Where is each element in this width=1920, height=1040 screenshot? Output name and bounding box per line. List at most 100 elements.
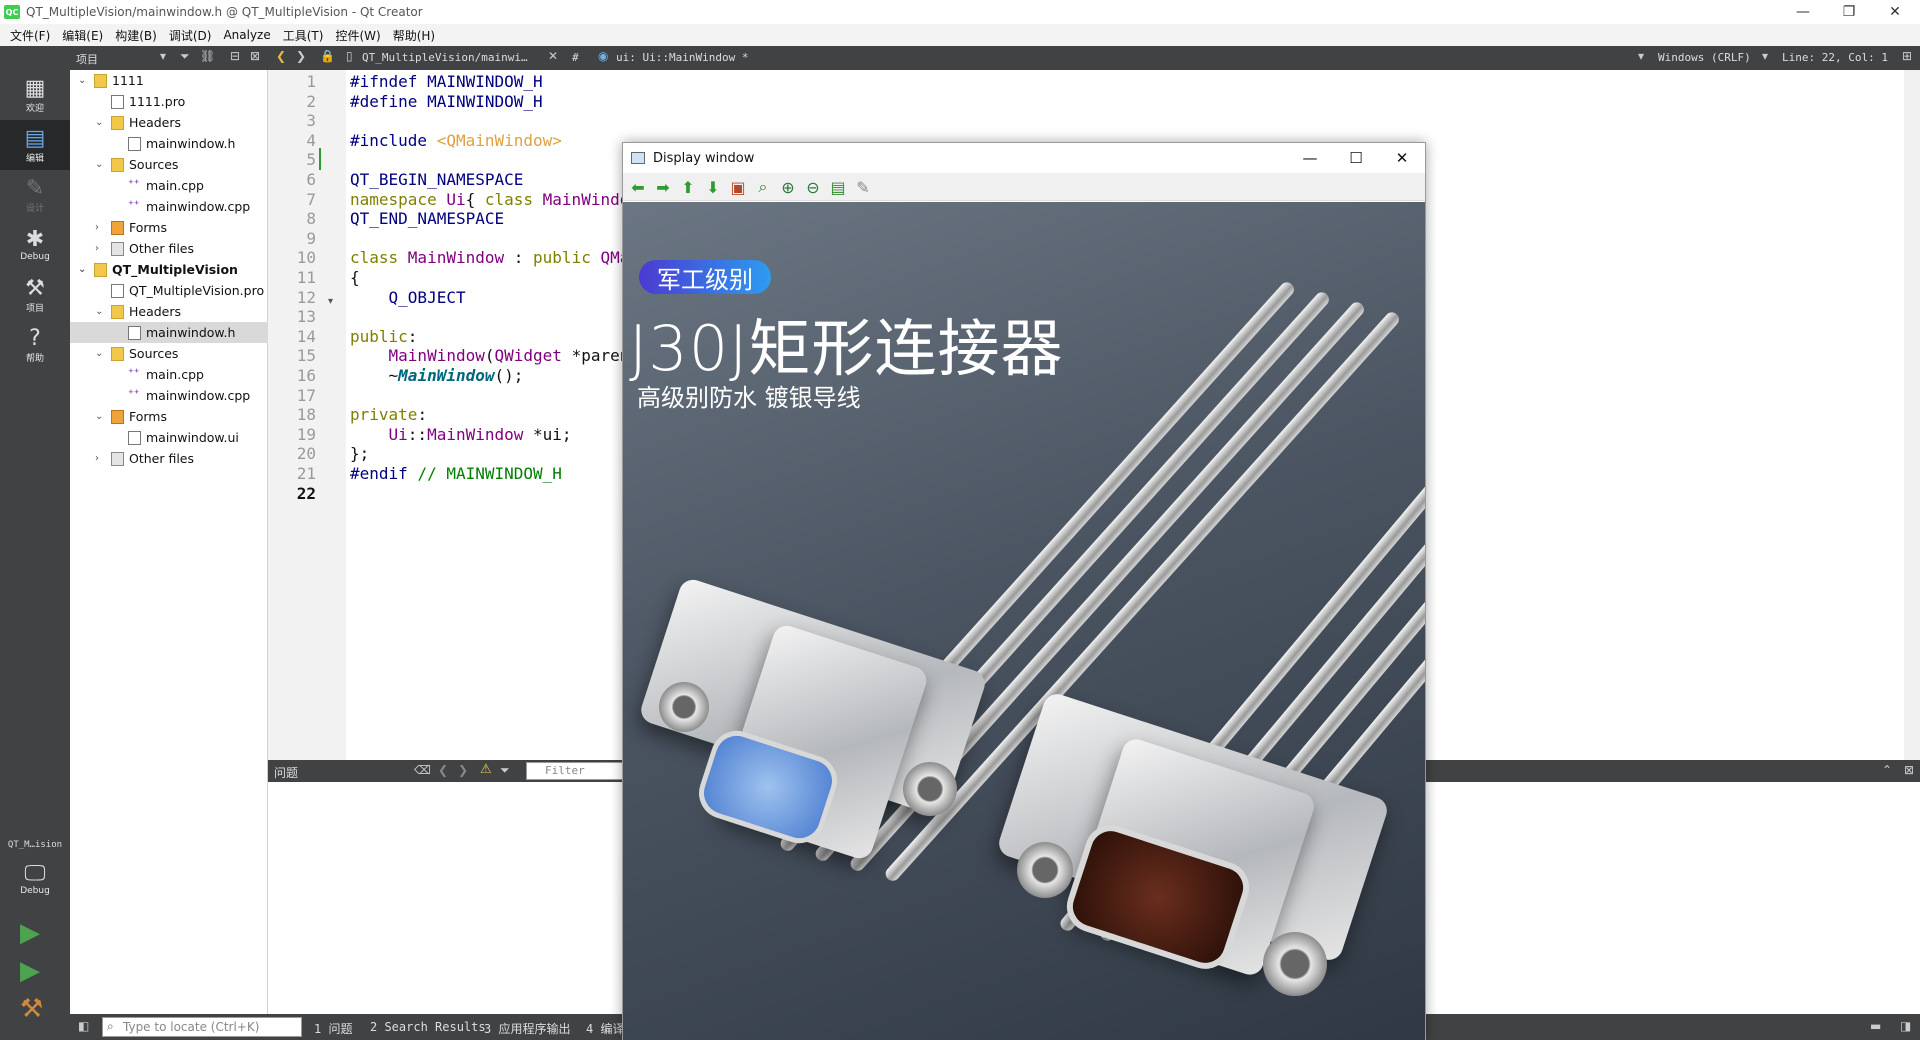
chevron-right-icon[interactable]: › (95, 453, 99, 464)
tree-item[interactable]: mainwindow.ui (70, 427, 268, 448)
chevron-right-icon[interactable]: › (95, 222, 99, 233)
chevron-down-icon[interactable]: ⌄ (95, 348, 103, 359)
link-icon[interactable]: ⛓ (200, 49, 215, 63)
warning-icon[interactable]: ⚠ (480, 762, 492, 777)
tree-item[interactable]: 1111.pro (70, 91, 268, 112)
progress-toggle-icon[interactable]: ▬ (1870, 1019, 1881, 1033)
code-line[interactable]: #ifndef MAINWINDOW_H (350, 72, 543, 91)
display-close-button[interactable]: ✕ (1379, 143, 1425, 173)
mode-design[interactable]: ✎ 设计 (0, 170, 70, 220)
menu-analyze[interactable]: Analyze (217, 28, 276, 42)
build-hammer-icon[interactable]: ⚒ (20, 994, 43, 1024)
tree-item[interactable]: mainwindow.h (70, 133, 268, 154)
tree-item[interactable]: ⌄ Sources (70, 154, 268, 175)
tree-item[interactable]: mainwindow.h (70, 322, 268, 343)
close-pane-icon[interactable]: ⊠ (250, 49, 260, 63)
mode-projects[interactable]: ⚒ 项目 (0, 270, 70, 320)
issues-filter-input[interactable]: Filter (526, 762, 626, 780)
mode-edit[interactable]: ▤ 编辑 (0, 120, 70, 170)
code-line[interactable]: Q_OBJECT (350, 288, 466, 307)
chevron-down-icon[interactable]: ⌄ (95, 117, 103, 128)
up-arrow-icon[interactable]: ⬆ (677, 177, 699, 197)
tree-item[interactable]: QT_MultipleVision.pro (70, 280, 268, 301)
output-tab-issues[interactable]: 1 问题 (314, 1020, 352, 1037)
tree-item[interactable]: ⌄ 1111 (70, 70, 268, 91)
zoom-out-icon[interactable]: ⊖ (802, 177, 824, 197)
filter-icon[interactable]: ⏷ (500, 763, 510, 778)
fold-marker-icon[interactable]: ▾ (328, 296, 333, 307)
code-line[interactable]: public: (350, 327, 417, 346)
chevron-right-icon[interactable]: › (95, 243, 99, 254)
image-icon[interactable]: ▣ (727, 177, 749, 197)
down-arrow-icon[interactable]: ⬇ (702, 177, 724, 197)
code-line[interactable]: ~MainWindow(); (350, 366, 524, 385)
mode-help[interactable]: ? 帮助 (0, 320, 70, 370)
zoom-in-icon[interactable]: ⊕ (777, 177, 799, 197)
menu-edit[interactable]: 编辑(E) (56, 27, 109, 44)
filter-icon[interactable]: ⏷ (180, 49, 190, 64)
mode-debug[interactable]: ✱ Debug (0, 220, 70, 270)
menu-file[interactable]: 文件(F) (4, 27, 56, 44)
close-pane-icon[interactable]: ⊠ (1904, 763, 1914, 777)
close-document-icon[interactable]: ✕ (548, 49, 558, 63)
tree-item[interactable]: ⌄ Headers (70, 301, 268, 322)
tree-item[interactable]: › Other files (70, 448, 268, 469)
save-icon[interactable]: ▤ (827, 177, 849, 197)
tree-item[interactable]: ⌄ Sources (70, 343, 268, 364)
output-tab-search-results[interactable]: 2 Search Results (370, 1020, 486, 1034)
previous-icon[interactable]: ❮ (438, 763, 448, 777)
symbol-selector[interactable]: ui: Ui::MainWindow * (616, 51, 748, 64)
run-icon[interactable]: ▶ (20, 918, 40, 948)
back-arrow-icon[interactable]: ⬅ (627, 177, 649, 197)
editor-scrollbar[interactable] (1904, 70, 1920, 760)
code-line[interactable]: QT_BEGIN_NAMESPACE (350, 170, 523, 189)
code-line[interactable]: #endif // MAINWINDOW_H (350, 464, 562, 483)
menu-help[interactable]: 帮助(H) (387, 27, 441, 44)
tree-item[interactable]: ⌄ QT_MultipleVision (70, 259, 268, 280)
code-line[interactable]: private: (350, 405, 427, 424)
tree-item[interactable]: › Forms (70, 217, 268, 238)
split-editor-icon[interactable]: ⊞ (1902, 49, 1912, 63)
minimize-button[interactable]: — (1780, 0, 1826, 24)
display-maximize-button[interactable]: ☐ (1333, 143, 1379, 173)
toggle-sidebar-icon[interactable]: ◧ (78, 1019, 89, 1033)
tree-item[interactable]: › Other files (70, 238, 268, 259)
menu-debug[interactable]: 调试(D) (163, 27, 218, 44)
tree-item[interactable]: ⌄ Headers (70, 112, 268, 133)
menu-tools[interactable]: 工具(T) (277, 27, 330, 44)
next-icon[interactable]: ❯ (458, 763, 468, 777)
code-line[interactable]: QT_END_NAMESPACE (350, 209, 504, 228)
code-line[interactable]: #include <QMainWindow> (350, 131, 562, 150)
tree-item[interactable]: ⁺⁺ mainwindow.cpp (70, 196, 268, 217)
output-tab-application-output[interactable]: 3 应用程序输出 (484, 1020, 570, 1037)
line-endings-selector[interactable]: Windows (CRLF) (1658, 51, 1751, 64)
mode-welcome[interactable]: ▦ 欢迎 (0, 70, 70, 120)
chevron-down-icon[interactable]: ▾ (1762, 49, 1768, 63)
menu-controls[interactable]: 控件(W) (329, 27, 386, 44)
chevron-down-icon[interactable]: ⌄ (78, 75, 86, 86)
pane-selector[interactable]: 项目 (76, 51, 98, 67)
display-minimize-button[interactable]: — (1287, 143, 1333, 173)
cursor-position[interactable]: Line: 22, Col: 1 (1782, 51, 1888, 64)
toggle-output-icon[interactable]: ◨ (1900, 1019, 1911, 1033)
chevron-down-icon[interactable]: ▾ (160, 49, 166, 63)
brush-icon[interactable]: ✎ (852, 177, 874, 197)
chevron-down-icon[interactable]: ⌄ (95, 306, 103, 317)
maximize-pane-icon[interactable]: ⌃ (1882, 763, 1892, 777)
tree-item[interactable]: ⌄ Forms (70, 406, 268, 427)
split-icon[interactable]: ⊟ (230, 49, 240, 63)
close-button[interactable]: ✕ (1872, 0, 1918, 24)
target-selector[interactable]: 🖵 Debug (0, 854, 70, 904)
forward-icon[interactable]: ❯ (296, 49, 306, 63)
code-line[interactable]: #define MAINWINDOW_H (350, 92, 543, 111)
back-icon[interactable]: ❮ (276, 49, 286, 63)
zoom-fit-icon[interactable]: ⌕ (752, 177, 774, 197)
chevron-down-icon[interactable]: ⌄ (78, 264, 86, 275)
locator-input[interactable]: ⌕ Type to locate (Ctrl+K) (102, 1017, 302, 1037)
open-file-selector[interactable]: QT_MultipleVision/mainwi… (362, 51, 528, 64)
code-line[interactable]: namespace Ui{ class MainWindow; } (350, 190, 668, 209)
code-line[interactable]: Ui::MainWindow *ui; (350, 425, 572, 444)
code-line[interactable]: { (350, 268, 360, 287)
menu-build[interactable]: 构建(B) (109, 27, 163, 44)
chevron-down-icon[interactable]: ⌄ (95, 159, 103, 170)
